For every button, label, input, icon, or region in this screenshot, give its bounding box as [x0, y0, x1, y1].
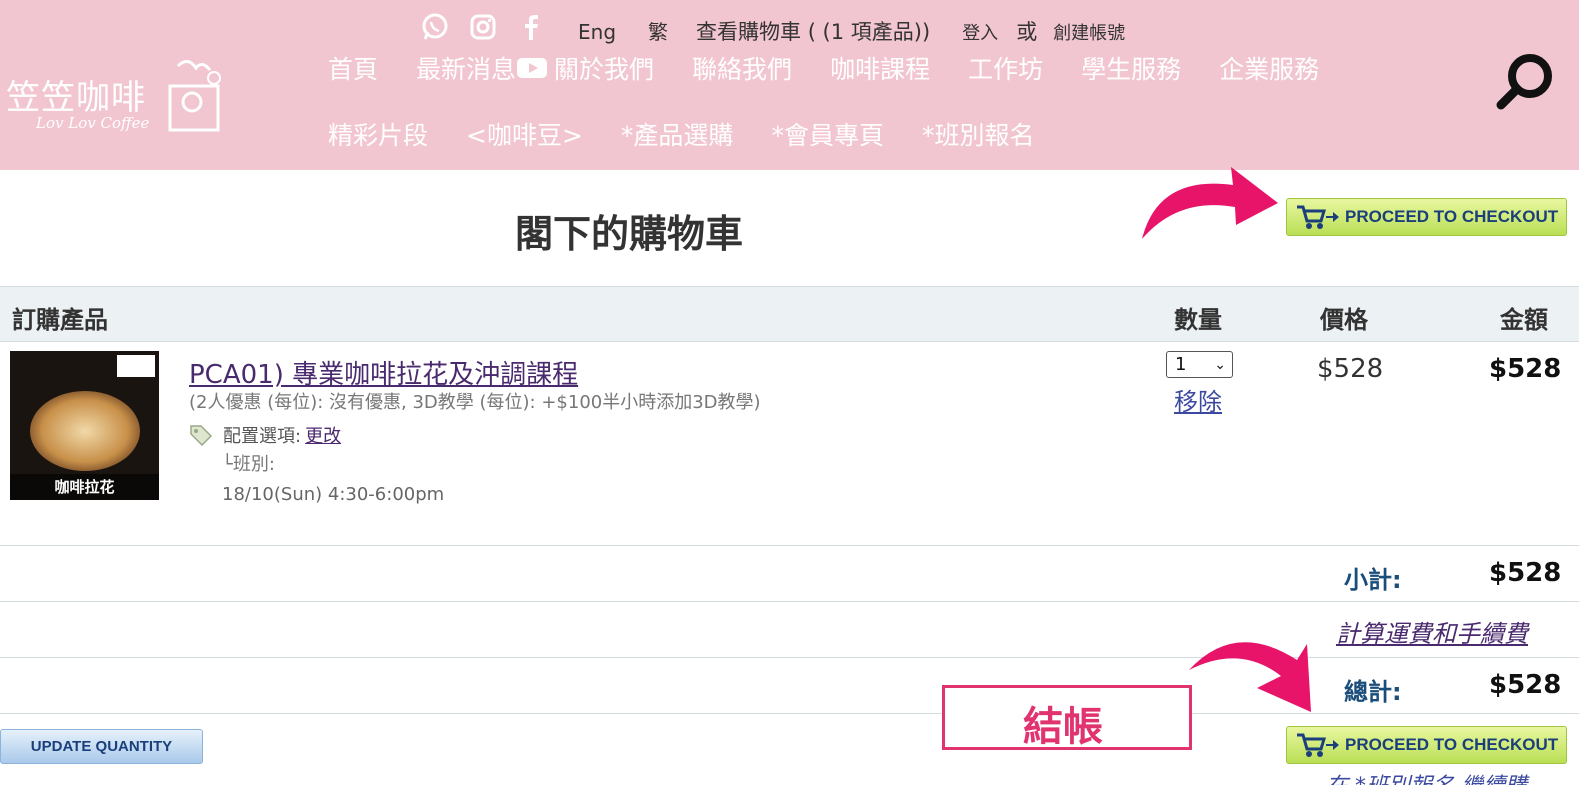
update-quantity-button[interactable]: UPDATE QUANTITY: [0, 729, 203, 764]
checkout-button-label: PROCEED TO CHECKOUT: [1345, 735, 1559, 754]
tag-icon: [190, 425, 213, 446]
thumbnail-label: 咖啡拉花: [10, 474, 159, 500]
cart-arrow-icon: [1297, 205, 1339, 229]
column-header-product: 訂購產品: [12, 306, 108, 334]
nav-item-news[interactable]: 最新消息: [416, 50, 516, 86]
product-options-text: (2人優惠 (每位): 沒有優惠, 3D教學 (每位): +$100半小時添加3…: [189, 392, 761, 413]
grand-total-row: 總計: $528: [0, 658, 1579, 714]
nav-item-members[interactable]: *會員專頁: [771, 116, 884, 152]
unit-price: $528: [1317, 354, 1384, 384]
column-header-amount: 金額: [1500, 306, 1548, 334]
social-links: [420, 12, 546, 42]
logo-english-text: Lov Lov Coffee: [36, 114, 150, 132]
nav-item-workshop[interactable]: 工作坊: [968, 50, 1043, 86]
column-header-quantity: 數量: [1174, 306, 1222, 334]
nav-item-home[interactable]: 首頁: [328, 50, 378, 86]
grand-total-value: $528: [1489, 670, 1562, 700]
calculate-shipping-link[interactable]: 計算運費和手續費: [1336, 614, 1528, 649]
search-icon[interactable]: [1495, 50, 1557, 112]
shipping-row: 計算運費和手續費: [0, 602, 1579, 658]
change-config-link[interactable]: 更改: [305, 422, 341, 448]
arrow-annotation-icon: [1189, 642, 1311, 712]
nav-item-highlights[interactable]: 精彩片段: [328, 116, 428, 152]
nav-item-corporate-services[interactable]: 企業服務: [1219, 50, 1319, 86]
arrow-annotation-icon: [1142, 167, 1278, 239]
config-options: 配置選項: 更改: [189, 422, 341, 448]
subtotal-label: 小計:: [1344, 566, 1402, 594]
main-nav-row-2: 精彩片段 <咖啡豆> *產品選購 *會員專頁 *班別報名: [328, 116, 1072, 152]
logo-illustration-icon: [168, 60, 221, 132]
login-link[interactable]: 登入: [962, 19, 998, 45]
subtotal-value: $528: [1489, 558, 1562, 588]
grand-total-label: 總計:: [1344, 678, 1402, 706]
lang-traditional-chinese-link[interactable]: 繁: [648, 16, 668, 45]
quantity-select[interactable]: 1 ⌄: [1166, 351, 1233, 378]
lang-english-link[interactable]: Eng: [578, 20, 616, 44]
remove-item-link[interactable]: 移除: [1174, 382, 1222, 417]
product-name-link[interactable]: PCA01) 專業咖啡拉花及沖調課程: [189, 354, 578, 391]
nav-item-student-services[interactable]: 學生服務: [1081, 50, 1181, 86]
nav-item-class-enrollment[interactable]: *班別報名: [922, 116, 1035, 152]
cart-table-header: 訂購產品 數量 價格 金額: [0, 286, 1579, 342]
site-logo[interactable]: 笠笠咖啡 Lov Lov Coffee: [6, 56, 226, 136]
quantity-value: 1: [1175, 354, 1187, 375]
site-header: 笠笠咖啡 Lov Lov Coffee Eng 繁 查看購物車 ( (1 項產品…: [0, 0, 1579, 170]
checkout-button-label: PROCEED TO CHECKOUT: [1345, 207, 1559, 226]
proceed-to-checkout-button[interactable]: PROCEED TO CHECKOUT: [1286, 198, 1567, 236]
main-nav-row-1: 首頁 最新消息 關於我們 聯絡我們 咖啡課程 工作坊 學生服務 企業服務: [328, 50, 1357, 86]
class-time-text: 18/10(Sun) 4:30-6:00pm: [222, 484, 445, 505]
nav-item-about[interactable]: 關於我們: [554, 50, 654, 86]
table-row: 咖啡拉花 PCA01) 專業咖啡拉花及沖調課程 (2人優惠 (每位): 沒有優惠…: [0, 342, 1579, 546]
continue-shopping-link[interactable]: 在 *班別報名 繼續購: [1326, 768, 1527, 785]
facebook-icon[interactable]: [516, 12, 546, 42]
cart-arrow-icon: [1297, 733, 1339, 757]
checkout-annotation-box: 結帳: [942, 685, 1192, 750]
logo-chinese-text: 笠笠咖啡: [6, 78, 146, 118]
register-link[interactable]: 創建帳號: [1053, 19, 1125, 45]
page-title: 閣下的購物車: [515, 212, 744, 256]
instagram-icon[interactable]: [468, 12, 498, 42]
checkout-annotation-text: 結帳: [1023, 704, 1103, 750]
class-branch-label: └班別:: [222, 454, 275, 475]
view-cart-link[interactable]: 查看購物車 ( (1 項產品)): [696, 16, 930, 46]
whatsapp-icon[interactable]: [420, 12, 450, 42]
nav-item-coffee-beans[interactable]: <咖啡豆>: [466, 116, 583, 152]
product-thumbnail[interactable]: 咖啡拉花: [10, 351, 159, 500]
thumbnail-logo-tag: [117, 355, 155, 377]
latte-art-image: [30, 391, 140, 471]
nav-item-products[interactable]: *產品選購: [621, 116, 734, 152]
youtube-icon[interactable]: [517, 58, 547, 78]
nav-item-contact[interactable]: 聯絡我們: [692, 50, 792, 86]
or-text: 或: [1016, 20, 1038, 44]
chevron-down-icon: ⌄: [1214, 357, 1226, 373]
config-label: 配置選項:: [223, 426, 302, 447]
proceed-to-checkout-button-bottom[interactable]: PROCEED TO CHECKOUT: [1286, 726, 1567, 764]
column-header-price: 價格: [1320, 306, 1368, 334]
nav-item-coffee-courses[interactable]: 咖啡課程: [830, 50, 930, 86]
subtotal-row: 小計: $528: [0, 546, 1579, 602]
top-account-bar: Eng 繁 查看購物車 ( (1 項產品)) 登入 或 創建帳號: [578, 16, 1125, 46]
line-amount: $528: [1489, 354, 1562, 384]
